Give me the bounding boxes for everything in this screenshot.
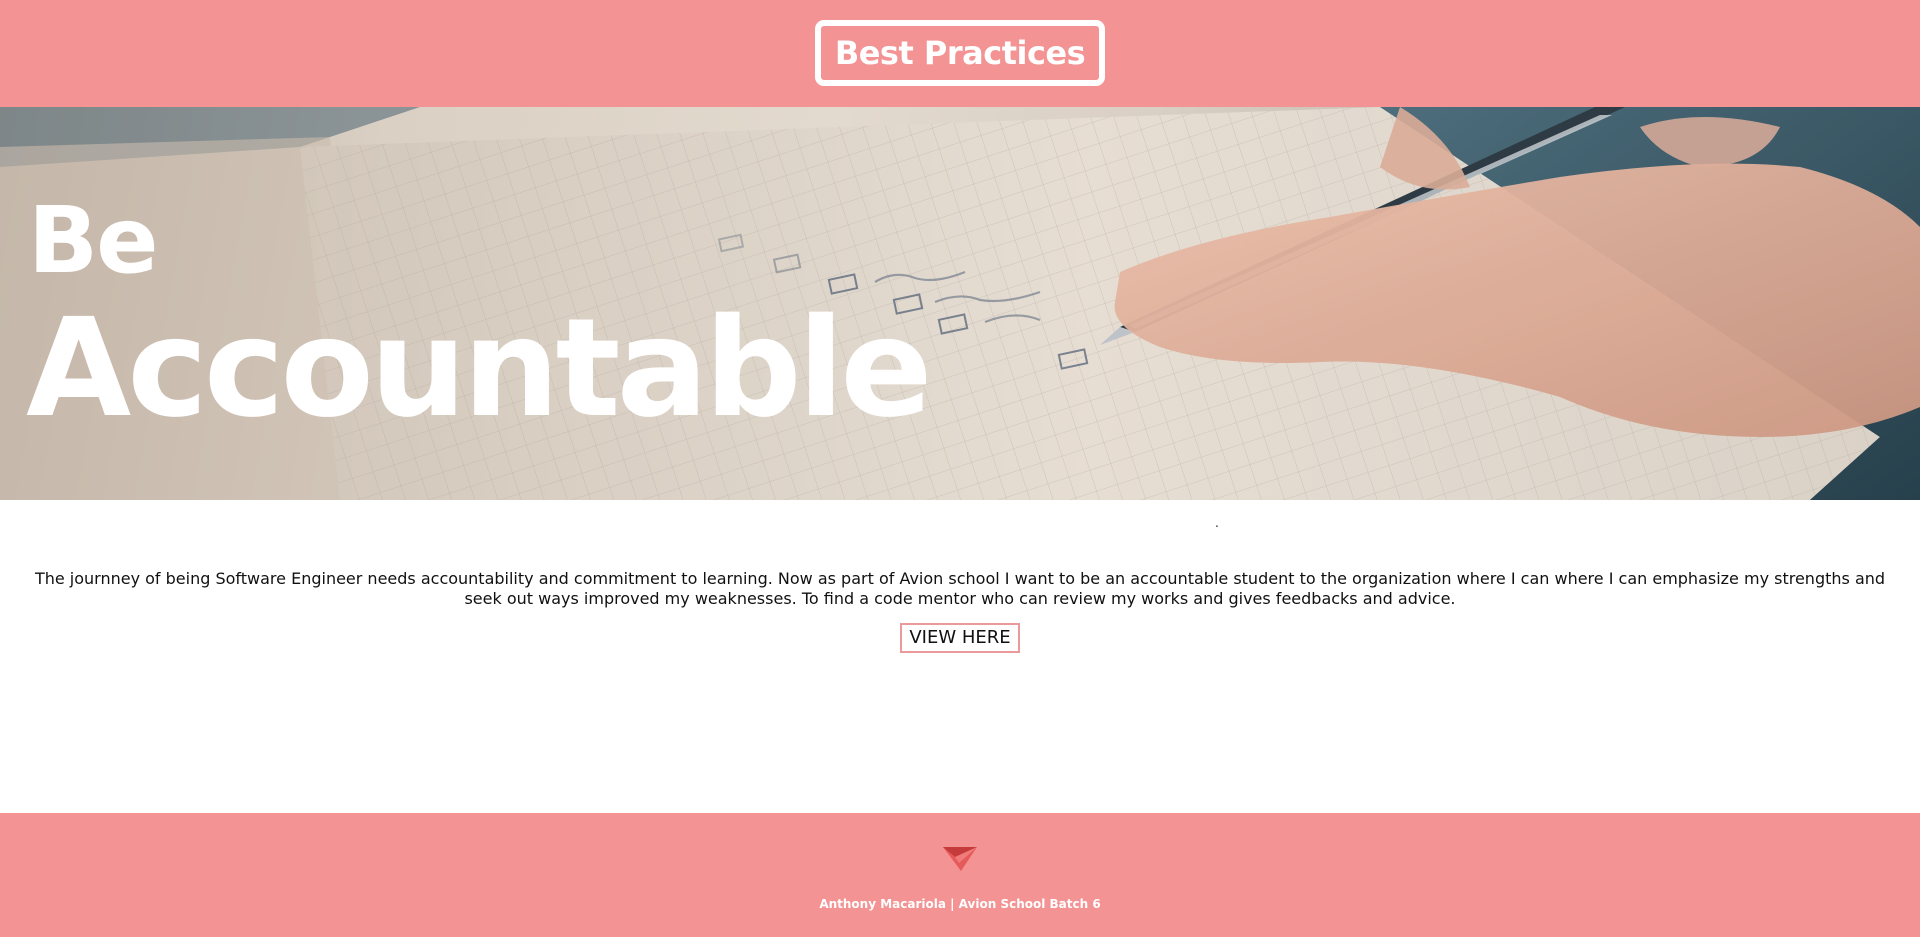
hero-heading-line2: Accountable [26, 290, 933, 448]
hero-banner: Be Accountable [0, 107, 1920, 500]
view-here-button[interactable]: VIEW HERE [900, 623, 1020, 653]
site-header: Best Practices [0, 0, 1920, 107]
brand-logo-title[interactable]: Best Practices [814, 19, 1106, 86]
hero-heading-line1: Be [28, 187, 159, 294]
footer-credit: Anthony Macariola | Avion School Batch 6 [819, 897, 1101, 911]
site-footer: Anthony Macariola | Avion School Batch 6 [0, 813, 1920, 937]
paper-plane-icon[interactable] [941, 843, 979, 873]
separator-dot: . [1215, 516, 1219, 530]
intro-paragraph: The journney of being Software Engineer … [34, 569, 1886, 608]
